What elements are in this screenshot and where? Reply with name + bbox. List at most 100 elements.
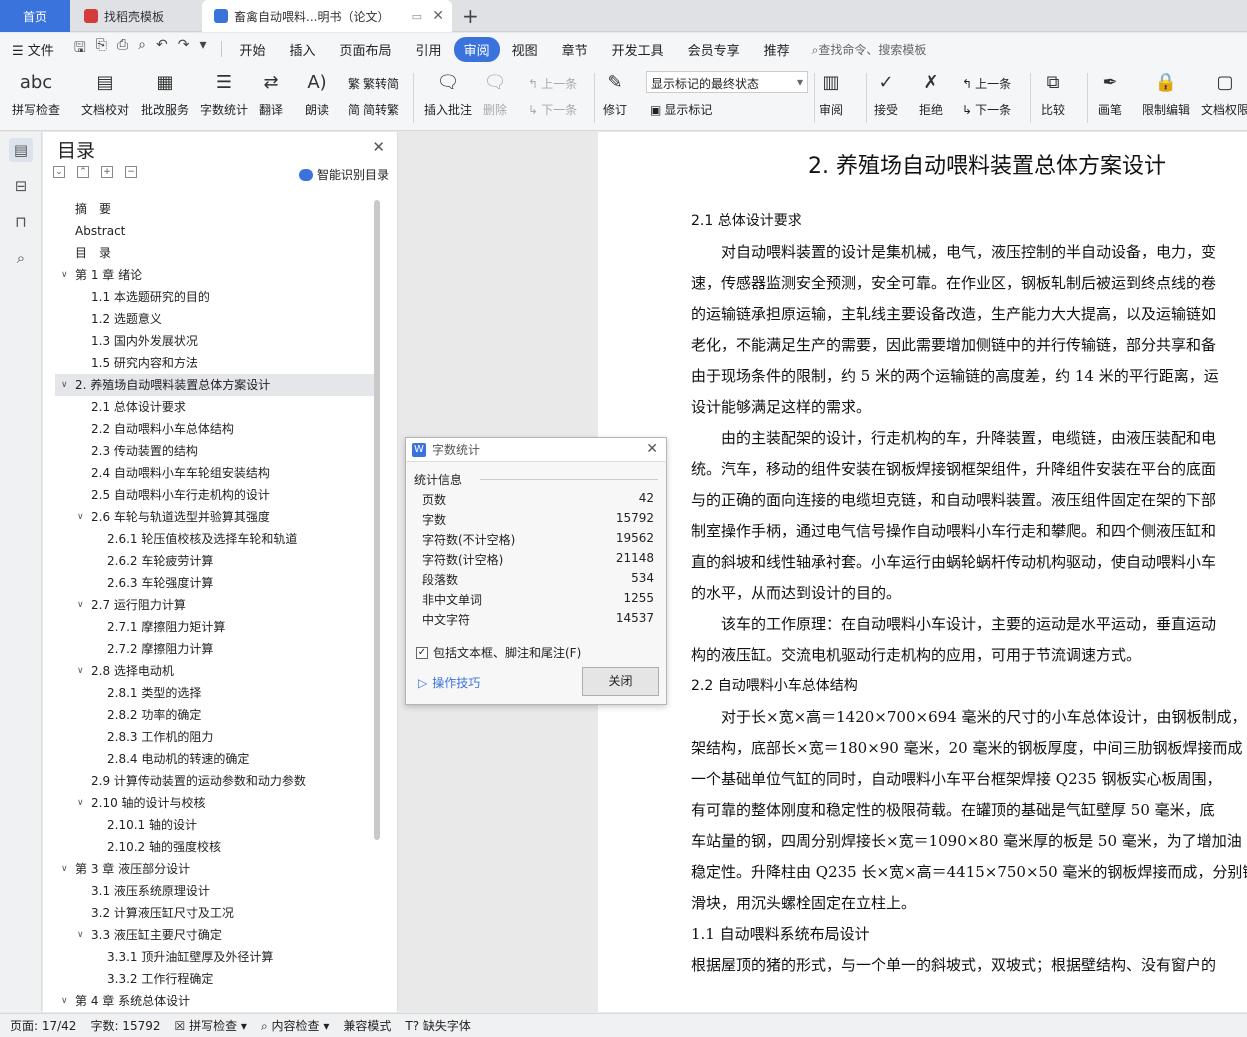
toc-item[interactable]: 2.6.1 轮压值校核及选择车轮和轨道 bbox=[55, 528, 375, 550]
toc-item[interactable]: 2.3 传动装置的结构 bbox=[55, 440, 375, 462]
pen-button[interactable]: ✒ 画笔 bbox=[1097, 67, 1123, 118]
trad-to-simp-button[interactable]: 繁繁转简 bbox=[348, 75, 399, 92]
menu-developer[interactable]: 开发工具 bbox=[600, 37, 676, 62]
document-page[interactable]: 2. 养殖场自动喂料装置总体方案设计 2.1 总体设计要求 对自动喂料装置的设计… bbox=[598, 132, 1247, 1012]
tips-link[interactable]: ▷ 操作技巧 bbox=[418, 674, 480, 691]
tab-document[interactable]: 畜禽自动喂料...明书（论文） ▭ ✕ bbox=[202, 0, 452, 32]
menu-chapter[interactable]: 章节 bbox=[550, 37, 600, 62]
redo-icon[interactable]: ↷ bbox=[178, 37, 190, 61]
compare-button[interactable]: ⧉ 比较 bbox=[1040, 67, 1066, 118]
bookmark-icon[interactable]: ⊓ bbox=[9, 210, 33, 234]
chevron-down-icon[interactable]: ∨ bbox=[61, 990, 68, 1012]
menu-view[interactable]: 视图 bbox=[500, 37, 550, 62]
menu-reference[interactable]: 引用 bbox=[404, 37, 454, 62]
delete-comment-button[interactable]: 🗨 删除 bbox=[482, 67, 508, 118]
chevron-down-icon[interactable]: ∨ bbox=[61, 264, 68, 286]
minus-icon[interactable]: − bbox=[125, 166, 137, 178]
export-icon[interactable]: ⎘ bbox=[96, 37, 107, 61]
menu-member[interactable]: 会员专享 bbox=[676, 37, 752, 62]
toc-item[interactable]: ∨ 第 1 章 绪论 bbox=[55, 264, 375, 286]
tab-home[interactable]: 首页 bbox=[0, 0, 70, 32]
more-icon[interactable]: ▾ bbox=[199, 37, 206, 61]
display-mode-select[interactable]: 显示标记的最终状态 bbox=[646, 71, 808, 93]
toc-item[interactable]: 1.1 本选题研究的目的 bbox=[55, 286, 375, 308]
word-count-status[interactable]: 字数: 15792 bbox=[90, 1017, 160, 1034]
tab-template[interactable]: 找稻壳模板 bbox=[72, 0, 200, 32]
toc-item[interactable]: ∨ 3.3 液压缸主要尺寸确定 bbox=[55, 924, 375, 946]
toc-item[interactable]: 2.4 自动喂料小车车轮组安装结构 bbox=[55, 462, 375, 484]
menu-file[interactable]: ☰ 文件 bbox=[0, 37, 66, 62]
search-icon[interactable]: ⌕ bbox=[9, 246, 33, 270]
prev-change-button[interactable]: ↰ 上一条 bbox=[962, 75, 1011, 92]
track-changes-button[interactable]: ✎ 修订 bbox=[602, 67, 628, 118]
toc-item[interactable]: 3.3.1 顶升油缸壁厚及外径计算 bbox=[55, 946, 375, 968]
chevron-down-icon[interactable]: ∨ bbox=[77, 594, 84, 616]
toc-item[interactable]: 2.8.3 工作机的阻力 bbox=[55, 726, 375, 748]
monitor-icon[interactable]: ▭ bbox=[412, 10, 422, 23]
word-count-button[interactable]: ☰ 字数统计 bbox=[200, 67, 248, 118]
toc-item[interactable]: 摘 要 bbox=[55, 198, 375, 220]
preview-icon[interactable]: ⌕ bbox=[138, 37, 146, 61]
spell-check-button[interactable]: abc 拼写检查 bbox=[12, 67, 60, 118]
expand-all-icon[interactable]: ⌃ bbox=[77, 166, 89, 178]
chevron-down-icon[interactable]: ∨ bbox=[77, 924, 84, 946]
include-textbox-checkbox[interactable]: ✓ 包括文本框、脚注和尾注(F) bbox=[416, 644, 581, 661]
toc-item[interactable]: Abstract bbox=[55, 220, 375, 242]
page-count[interactable]: 页面: 17/42 bbox=[10, 1017, 76, 1034]
simp-to-trad-button[interactable]: 简简转繁 bbox=[348, 101, 399, 118]
toc-item[interactable]: 2.7.1 摩擦阻力矩计算 bbox=[55, 616, 375, 638]
spell-check-status[interactable]: ☒ 拼写检查 ▾ bbox=[175, 1017, 247, 1034]
insert-comment-button[interactable]: 🗨 插入批注 bbox=[424, 67, 472, 118]
plus-icon[interactable]: + bbox=[101, 166, 113, 178]
menu-layout[interactable]: 页面布局 bbox=[328, 37, 404, 62]
chevron-down-icon[interactable]: ∨ bbox=[77, 506, 84, 528]
toc-item[interactable]: 3.2 计算液压缸尺寸及工况 bbox=[55, 902, 375, 924]
toc-item[interactable]: 1.5 研究内容和方法 bbox=[55, 352, 375, 374]
accept-button[interactable]: ✓ 接受 bbox=[873, 67, 899, 118]
show-markup-button[interactable]: ▣ 显示标记 bbox=[650, 101, 712, 118]
close-icon[interactable]: ✕ bbox=[372, 138, 385, 156]
smart-toc-button[interactable]: 智能识别目录 bbox=[298, 166, 389, 183]
toc-item[interactable]: 3.1 液压系统原理设计 bbox=[55, 880, 375, 902]
toc-item[interactable]: ∨ 2.7 运行阻力计算 bbox=[55, 594, 375, 616]
menu-insert[interactable]: 插入 bbox=[278, 37, 328, 62]
toc-item[interactable]: 2.8.2 功率的确定 bbox=[55, 704, 375, 726]
toc-item[interactable]: 2.8.4 电动机的转速的确定 bbox=[55, 748, 375, 770]
toc-item[interactable]: 2.10.2 轴的强度校核 bbox=[55, 836, 375, 858]
print-icon[interactable]: ⎙ bbox=[117, 37, 128, 61]
doc-proof-button[interactable]: ▤ 文档校对 bbox=[81, 67, 129, 118]
toc-item[interactable]: 2.7.2 摩擦阻力计算 bbox=[55, 638, 375, 660]
save-icon[interactable]: 🖫 bbox=[74, 37, 86, 61]
toc-item[interactable]: 1.3 国内外发展状况 bbox=[55, 330, 375, 352]
translate-button[interactable]: ⇄ 翻译 bbox=[258, 67, 284, 118]
menu-recommend[interactable]: 推荐 bbox=[752, 37, 802, 62]
command-search[interactable]: ⌕查找命令、搜索模板 bbox=[812, 41, 927, 58]
prev-comment-button[interactable]: ↰ 上一条 bbox=[528, 75, 577, 92]
next-comment-button[interactable]: ↳ 下一条 bbox=[528, 101, 577, 118]
toc-item[interactable]: 3.3.2 工作行程确定 bbox=[55, 968, 375, 990]
chevron-down-icon[interactable]: ∨ bbox=[61, 858, 68, 880]
toc-item[interactable]: 1.2 选题意义 bbox=[55, 308, 375, 330]
dialog-close-icon[interactable]: ✕ bbox=[646, 441, 658, 457]
toc-item[interactable]: 2.8.1 类型的选择 bbox=[55, 682, 375, 704]
missing-font-status[interactable]: T? 缺失字体 bbox=[405, 1017, 471, 1034]
toc-item[interactable]: 2.9 计算传动装置的运动参数和动力参数 bbox=[55, 770, 375, 792]
toc-item[interactable]: 2.10.1 轴的设计 bbox=[55, 814, 375, 836]
next-change-button[interactable]: ↳ 下一条 bbox=[962, 101, 1011, 118]
toc-item[interactable]: 2.6.3 车轮强度计算 bbox=[55, 572, 375, 594]
toc-item[interactable]: ∨ 第 4 章 系统总体设计 bbox=[55, 990, 375, 1012]
new-tab-button[interactable]: + bbox=[462, 4, 479, 28]
toc-item[interactable]: 2.1 总体设计要求 bbox=[55, 396, 375, 418]
close-button[interactable]: 关闭 bbox=[582, 667, 659, 696]
toc-pane-icon[interactable]: ▤ bbox=[9, 138, 33, 162]
doc-permission-button[interactable]: ▢ 文档权限 bbox=[1201, 67, 1247, 118]
content-check-status[interactable]: ⌕ 内容检查 ▾ bbox=[261, 1017, 329, 1034]
toc-item[interactable]: 目 录 bbox=[55, 242, 375, 264]
reject-button[interactable]: ✗ 拒绝 bbox=[918, 67, 944, 118]
toc-item[interactable]: ∨ 2.6 车轮与轨道选型并验算其强度 bbox=[55, 506, 375, 528]
chevron-down-icon[interactable]: ∨ bbox=[61, 374, 68, 396]
review-pane-button[interactable]: ▥ 审阅 bbox=[818, 67, 844, 118]
chevron-down-icon[interactable]: ∨ bbox=[77, 792, 84, 814]
restrict-edit-button[interactable]: 🔒 限制编辑 bbox=[1142, 67, 1190, 118]
toc-item[interactable]: ∨ 2. 养殖场自动喂料装置总体方案设计 bbox=[55, 374, 375, 396]
